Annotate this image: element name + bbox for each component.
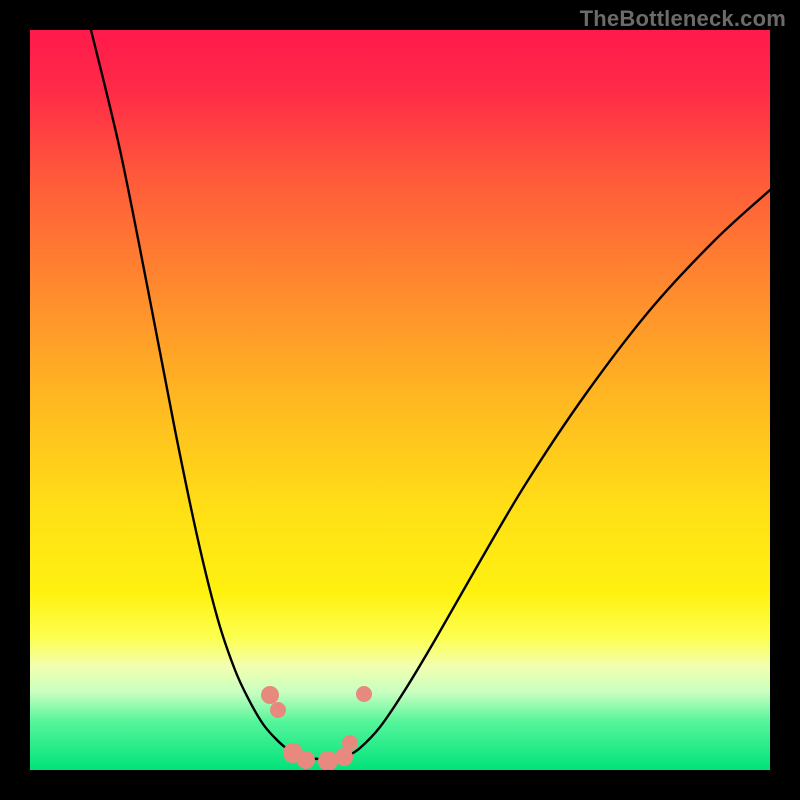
curve-right: [346, 190, 770, 757]
watermark-label: TheBottleneck.com: [580, 6, 786, 32]
data-point: [356, 686, 372, 702]
data-point: [342, 735, 358, 751]
plot-area: [30, 30, 770, 770]
data-point: [270, 702, 286, 718]
data-point: [297, 751, 315, 769]
chart-frame: TheBottleneck.com: [0, 0, 800, 800]
curve-layer: [30, 30, 770, 770]
curve-left: [91, 30, 303, 757]
